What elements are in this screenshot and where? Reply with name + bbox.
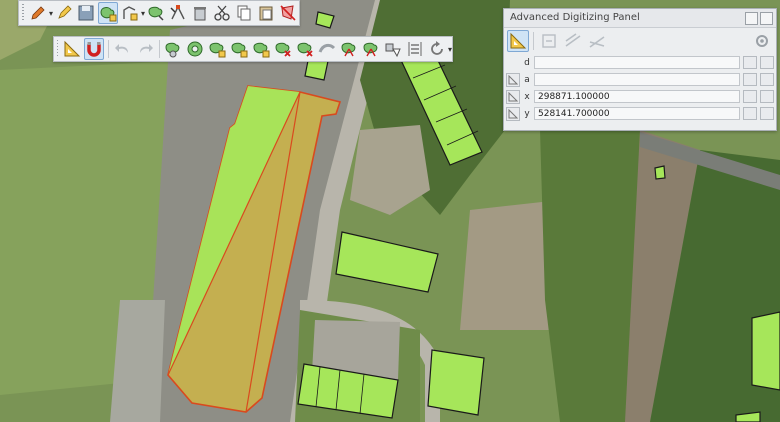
relative-angle-icon[interactable] — [506, 72, 520, 87]
x-label: x — [524, 91, 530, 102]
advanced-editing-toolbar: ▾ — [53, 36, 453, 62]
advanced-digitizing-panel: Advanced Digitizing Panel d a x 298871.1… — [503, 8, 777, 131]
x-row: x 298871.100000 — [506, 89, 774, 104]
y-label: y — [524, 108, 530, 119]
add-part-icon[interactable] — [207, 38, 227, 60]
woodland — [540, 130, 640, 422]
split-parts-icon[interactable] — [361, 38, 381, 60]
pencil-edit-icon[interactable] — [28, 2, 48, 24]
delete-part-icon[interactable] — [273, 38, 293, 60]
building[interactable] — [427, 349, 485, 416]
chevron-down-icon[interactable]: ▾ — [49, 2, 53, 24]
lock-icon[interactable] — [743, 56, 757, 69]
repeat-lock-icon[interactable] — [760, 73, 774, 86]
rotate-icon[interactable] — [427, 38, 447, 60]
building[interactable] — [654, 165, 666, 180]
undo-polygon-icon[interactable] — [278, 2, 298, 24]
node-tool-icon[interactable] — [168, 2, 188, 24]
repeat-lock-icon[interactable] — [760, 56, 774, 69]
relative-x-icon[interactable] — [506, 89, 520, 104]
advanced-digitizing-icon[interactable] — [62, 38, 82, 60]
panel-title: Advanced Digitizing Panel — [510, 12, 640, 23]
offset-curve-icon[interactable] — [317, 38, 337, 60]
angle-field[interactable] — [534, 73, 740, 86]
parallel-icon[interactable] — [562, 30, 584, 52]
close-panel-button[interactable] — [760, 12, 773, 25]
add-ring-icon[interactable] — [185, 38, 205, 60]
panel-title-bar[interactable]: Advanced Digitizing Panel — [504, 9, 776, 28]
distance-label: d — [524, 57, 530, 68]
add-polygon-icon[interactable] — [97, 2, 118, 24]
construction-mode-icon[interactable] — [538, 30, 560, 52]
save-edits-icon[interactable] — [76, 2, 96, 24]
perpendicular-icon[interactable] — [586, 30, 608, 52]
lock-icon[interactable] — [743, 73, 757, 86]
snapping-magnet-icon[interactable] — [84, 38, 105, 60]
building[interactable] — [751, 311, 780, 391]
merge-attributes-icon[interactable] — [405, 38, 425, 60]
toolbar-grip[interactable] — [57, 40, 59, 58]
move-feature-icon[interactable] — [146, 2, 166, 24]
float-panel-button[interactable] — [745, 12, 758, 25]
relative-y-icon[interactable] — [506, 106, 520, 121]
add-feature-dropdown-icon[interactable] — [120, 2, 140, 24]
toggle-editing-icon[interactable] — [54, 2, 74, 24]
toolbar-grip[interactable] — [22, 4, 24, 22]
fill-ring-icon[interactable] — [229, 38, 249, 60]
toolbar-separator — [533, 32, 534, 50]
delete-ring-icon[interactable] — [251, 38, 271, 60]
lock-icon[interactable] — [743, 107, 757, 120]
distance-field[interactable] — [534, 56, 740, 69]
delete-icon[interactable] — [190, 2, 210, 24]
undo-icon[interactable] — [113, 38, 133, 60]
paste-icon[interactable] — [256, 2, 276, 24]
y-coordinate-field[interactable]: 528141.700000 — [534, 107, 740, 120]
chevron-down-icon[interactable]: ▾ — [141, 2, 145, 24]
enable-advanced-digitizing-icon[interactable] — [507, 30, 529, 52]
lock-icon[interactable] — [743, 90, 757, 103]
reshape-icon[interactable] — [295, 38, 315, 60]
repeat-lock-icon[interactable] — [760, 90, 774, 103]
cut-icon[interactable] — [212, 2, 232, 24]
repeat-lock-icon[interactable] — [760, 107, 774, 120]
y-row: y 528141.700000 — [506, 106, 774, 121]
settings-gear-icon[interactable] — [751, 30, 773, 52]
x-coordinate-field[interactable]: 298871.100000 — [534, 90, 740, 103]
copy-icon[interactable] — [234, 2, 254, 24]
angle-label: a — [524, 74, 530, 85]
redo-icon[interactable] — [135, 38, 155, 60]
digitizing-toolbar: ▾ ▾ — [18, 0, 300, 26]
split-features-icon[interactable] — [339, 38, 359, 60]
chevron-down-icon[interactable]: ▾ — [448, 38, 452, 60]
panel-toolbar — [506, 29, 774, 53]
distance-row: d — [506, 55, 774, 70]
simplify-icon[interactable] — [163, 38, 183, 60]
merge-icon[interactable] — [383, 38, 403, 60]
angle-row: a — [506, 72, 774, 87]
